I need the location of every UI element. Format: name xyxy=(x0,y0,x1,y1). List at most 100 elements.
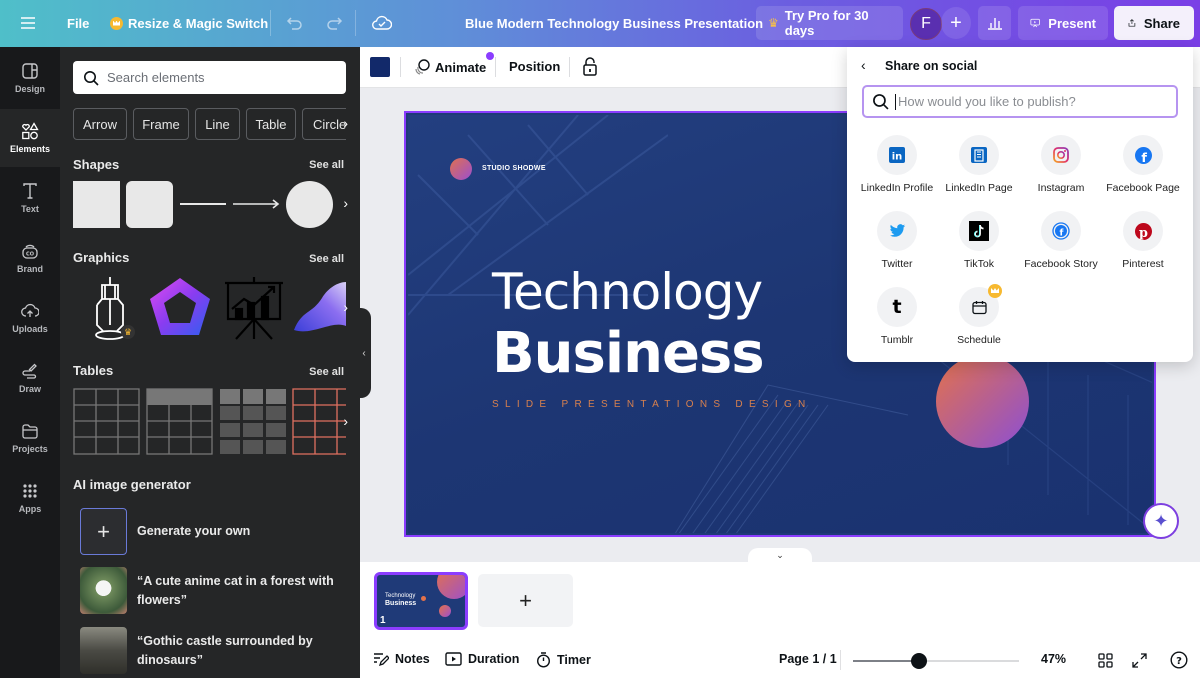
rail-item-text[interactable]: Text xyxy=(0,169,60,227)
share-option-twitter[interactable]: Twitter xyxy=(856,211,938,270)
animate-button[interactable]: Animate xyxy=(413,52,495,76)
share-option-facebook-story[interactable]: f Facebook Story xyxy=(1020,211,1102,270)
table-template-plain[interactable] xyxy=(73,388,140,455)
share-option-facebook-page[interactable]: f Facebook Page xyxy=(1102,135,1184,194)
zoom-slider-handle[interactable] xyxy=(911,653,928,669)
fullscreen-button[interactable] xyxy=(1132,653,1147,668)
save-status-button[interactable] xyxy=(372,6,392,40)
share-upload-icon xyxy=(1128,19,1136,27)
timer-button[interactable]: Timer xyxy=(536,652,591,668)
graphic-robot-claw[interactable]: ♛ xyxy=(85,275,135,346)
rail-item-design[interactable]: Design xyxy=(0,49,60,107)
chevron-right-icon[interactable]: › xyxy=(343,195,348,211)
add-page-button[interactable]: + xyxy=(478,574,573,627)
ai-example-castle[interactable]: “Gothic castle surrounded by dinosaurs” xyxy=(80,627,337,674)
pen-icon xyxy=(22,363,37,379)
cat-image xyxy=(80,567,127,614)
collapse-panel-handle[interactable]: ‹ xyxy=(357,308,371,398)
share-option-instagram[interactable]: Instagram xyxy=(1020,135,1102,194)
position-button[interactable]: Position xyxy=(509,59,560,74)
slide-subtitle[interactable]: SLIDE PRESENTATIONS DESIGN xyxy=(492,399,812,410)
chevron-left-icon: ‹ xyxy=(362,347,366,359)
add-collaborator-button[interactable]: + xyxy=(941,7,971,39)
shape-rounded-square[interactable] xyxy=(126,181,173,228)
slide-title-line1[interactable]: Technology xyxy=(492,263,763,321)
rail-item-draw[interactable]: Draw xyxy=(0,349,60,407)
grid-view-button[interactable] xyxy=(1098,653,1113,668)
graphics-see-all[interactable]: See all xyxy=(309,253,344,265)
main-menu-button[interactable] xyxy=(20,6,36,40)
share-option-pinterest[interactable]: p Pinterest xyxy=(1102,211,1184,270)
chip-frame[interactable]: Frame xyxy=(133,108,189,140)
present-button[interactable]: Present xyxy=(1018,6,1108,40)
brand-name: STUDIO SHODWE xyxy=(482,165,546,172)
lock-button[interactable] xyxy=(582,57,598,80)
pages-strip: Technology Business 1 + xyxy=(360,562,1200,642)
share-option-tiktok[interactable]: TikTok xyxy=(938,211,1020,270)
zoom-slider[interactable] xyxy=(853,653,1019,669)
gradient-circle[interactable] xyxy=(936,355,1029,448)
try-pro-button[interactable]: ♛ Try Pro for 30 days xyxy=(756,6,903,40)
search-elements-input[interactable]: Search elements xyxy=(73,61,346,94)
publish-search-input[interactable]: How would you like to publish? xyxy=(862,85,1178,118)
facebook-story-icon: f xyxy=(1052,222,1070,240)
back-chevron-icon[interactable]: ‹ xyxy=(861,57,866,73)
share-button[interactable]: Share xyxy=(1114,6,1194,40)
share-option-linkedin-profile[interactable]: in LinkedIn Profile xyxy=(856,135,938,194)
graphic-presentation-chart[interactable] xyxy=(222,275,286,346)
ai-example-cat[interactable]: “A cute anime cat in a forest with flowe… xyxy=(80,567,337,614)
share-option-linkedin-page[interactable]: LinkedIn Page xyxy=(938,135,1020,194)
chevron-right-icon[interactable]: › xyxy=(343,299,348,315)
stopwatch-icon xyxy=(536,652,551,668)
table-template-filled[interactable] xyxy=(219,388,286,455)
chip-arrow[interactable]: Arrow xyxy=(73,108,127,140)
insights-button[interactable] xyxy=(978,6,1011,40)
graphic-3d-wave[interactable] xyxy=(292,280,346,341)
shape-circle[interactable] xyxy=(286,181,333,228)
unlock-icon xyxy=(583,57,597,76)
brand-logo xyxy=(450,158,472,180)
chip-table[interactable]: Table xyxy=(246,108,296,140)
file-menu[interactable]: File xyxy=(67,6,89,40)
chevron-right-icon[interactable]: › xyxy=(343,115,348,131)
undo-button[interactable] xyxy=(286,6,304,40)
shape-line[interactable] xyxy=(180,203,226,205)
tables-see-all[interactable]: See all xyxy=(309,366,344,378)
resize-magic-switch-button[interactable]: Resize & Magic Switch xyxy=(110,6,268,40)
notes-button[interactable]: Notes xyxy=(373,652,430,666)
page-indicator[interactable]: Page 1 / 1 xyxy=(779,652,837,666)
layout-icon xyxy=(22,63,38,79)
rail-item-projects[interactable]: Projects xyxy=(0,409,60,467)
chip-line[interactable]: Line xyxy=(195,108,240,140)
shapes-see-all[interactable]: See all xyxy=(309,159,344,171)
rail-item-apps[interactable]: Apps xyxy=(0,469,60,527)
ai-generate-own[interactable]: + Generate your own xyxy=(80,508,250,555)
cloud-check-icon xyxy=(372,15,392,30)
duration-button[interactable]: Duration xyxy=(445,652,519,666)
chip-circle[interactable]: Circle xyxy=(302,108,346,140)
redo-button[interactable] xyxy=(325,6,343,40)
rail-item-brand[interactable]: CO Brand xyxy=(0,229,60,287)
page-thumbnail[interactable]: Technology Business 1 xyxy=(374,572,468,630)
shape-square[interactable] xyxy=(73,181,120,228)
rail-item-elements[interactable]: Elements xyxy=(0,109,60,167)
share-option-tumblr[interactable]: t Tumblr xyxy=(856,287,938,346)
slide-title-line2[interactable]: Business xyxy=(492,321,765,386)
user-avatar[interactable]: F xyxy=(910,7,942,41)
document-title[interactable]: Blue Modern Technology Business Presenta… xyxy=(465,6,763,40)
chevron-right-icon[interactable]: › xyxy=(343,413,348,429)
help-button[interactable]: ? xyxy=(1170,651,1188,669)
hide-pages-toggle[interactable]: ⌄ xyxy=(748,548,812,562)
table-template-red[interactable] xyxy=(292,388,346,455)
background-color-swatch[interactable] xyxy=(370,57,390,77)
graphic-gradient-pentagon[interactable] xyxy=(147,275,213,346)
zoom-percentage[interactable]: 47% xyxy=(1041,652,1066,666)
table-template-header[interactable] xyxy=(146,388,213,455)
ai-generator-heading: AI image generator xyxy=(73,477,191,492)
rail-item-uploads[interactable]: Uploads xyxy=(0,289,60,347)
shape-arrow[interactable] xyxy=(233,197,281,216)
magic-assistant-button[interactable]: ✦ xyxy=(1143,503,1179,539)
hamburger-icon xyxy=(21,17,35,29)
share-option-schedule[interactable]: Schedule xyxy=(938,284,1020,346)
castle-image xyxy=(80,627,127,674)
